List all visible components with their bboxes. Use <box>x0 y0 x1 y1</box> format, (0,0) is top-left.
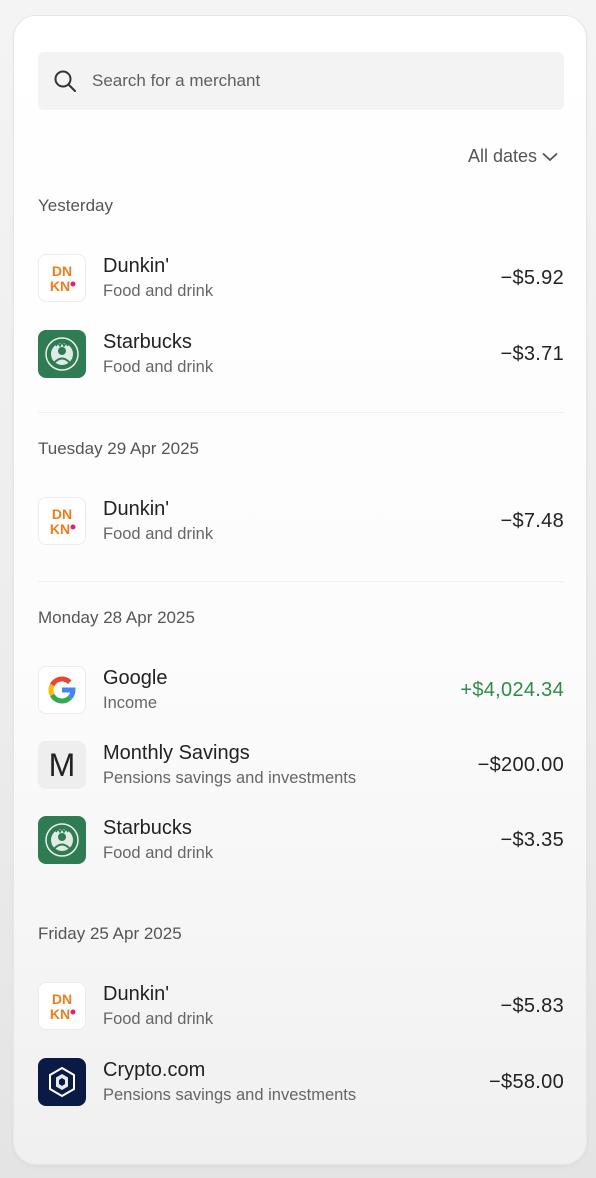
svg-text:KN: KN <box>50 521 70 537</box>
google-logo-icon <box>38 666 86 714</box>
date-filter-label: All dates <box>467 146 537 166</box>
transaction-amount: −$58.00 <box>489 1070 564 1093</box>
transaction-amount: −$3.35 <box>500 828 564 851</box>
transaction-amount: −$200.00 <box>477 753 564 776</box>
merchant-name: Dunkin' <box>103 255 170 277</box>
transaction-row[interactable]: DN KN Dunkin' Food and drink −$5.83 <box>38 976 564 1036</box>
date-filter-dropdown[interactable]: All dates <box>468 146 558 167</box>
transaction-amount: −$5.83 <box>500 994 564 1017</box>
merchant-category: Food and drink <box>103 282 214 300</box>
section-header: Monday 28 Apr 2025 <box>38 608 195 627</box>
transaction-amount: −$3.71 <box>500 342 564 365</box>
section-header: Friday 25 Apr 2025 <box>38 924 182 943</box>
transaction-amount: +$4,024.34 <box>460 678 564 701</box>
transaction-row[interactable]: DN KN Dunkin' Food and drink −$5.92 <box>38 248 564 308</box>
m-letter-icon: M <box>38 741 86 789</box>
svg-text:KN: KN <box>50 1006 70 1022</box>
crypto-com-logo-icon <box>38 1058 86 1106</box>
starbucks-logo-icon <box>38 330 86 378</box>
merchant-category: Food and drink <box>103 358 214 376</box>
svg-text:KN: KN <box>50 278 70 294</box>
transaction-row[interactable]: Google Income +$4,024.34 <box>38 660 564 720</box>
merchant-name: Monthly Savings <box>103 742 250 764</box>
transaction-row[interactable]: DN KN Dunkin' Food and drink −$7.48 <box>38 491 564 551</box>
transactions-card: All dates Yesterday DN KN Dunkin' Food a… <box>14 16 586 1164</box>
merchant-name: Starbucks <box>103 817 192 839</box>
dunkin-logo-icon: DN KN <box>38 982 86 1030</box>
section-divider <box>38 412 564 413</box>
merchant-name: Starbucks <box>103 331 192 353</box>
merchant-category: Food and drink <box>103 525 214 543</box>
dunkin-logo-icon: DN KN <box>38 254 86 302</box>
svg-text:DN: DN <box>52 263 72 279</box>
merchant-category: Food and drink <box>103 844 214 862</box>
transaction-row[interactable]: Crypto.com Pensions savings and investme… <box>38 1052 564 1112</box>
chevron-down-icon <box>542 152 558 161</box>
svg-text:DN: DN <box>52 506 72 522</box>
merchant-name: Dunkin' <box>103 498 170 520</box>
merchant-category: Pensions savings and investments <box>103 1086 357 1104</box>
transaction-row[interactable]: Starbucks Food and drink −$3.35 <box>38 810 564 870</box>
transaction-amount: −$7.48 <box>500 509 564 532</box>
section-divider <box>38 581 564 582</box>
transaction-amount: −$5.92 <box>500 266 564 289</box>
search-bar[interactable] <box>38 52 564 110</box>
transaction-row[interactable]: M Monthly Savings Pensions savings and i… <box>38 735 564 795</box>
merchant-name: Dunkin' <box>103 983 170 1005</box>
search-input[interactable] <box>90 70 514 92</box>
section-header: Tuesday 29 Apr 2025 <box>38 439 199 458</box>
merchant-name: Crypto.com <box>103 1059 206 1081</box>
merchant-name: Google <box>103 667 168 689</box>
transaction-row[interactable]: Starbucks Food and drink −$3.71 <box>38 324 564 384</box>
merchant-category: Income <box>103 694 158 712</box>
dunkin-logo-icon: DN KN <box>38 497 86 545</box>
merchant-category: Pensions savings and investments <box>103 769 357 787</box>
starbucks-logo-icon <box>38 816 86 864</box>
search-icon <box>54 70 76 92</box>
svg-text:DN: DN <box>52 991 72 1007</box>
section-header: Yesterday <box>38 196 113 215</box>
merchant-category: Food and drink <box>103 1010 214 1028</box>
